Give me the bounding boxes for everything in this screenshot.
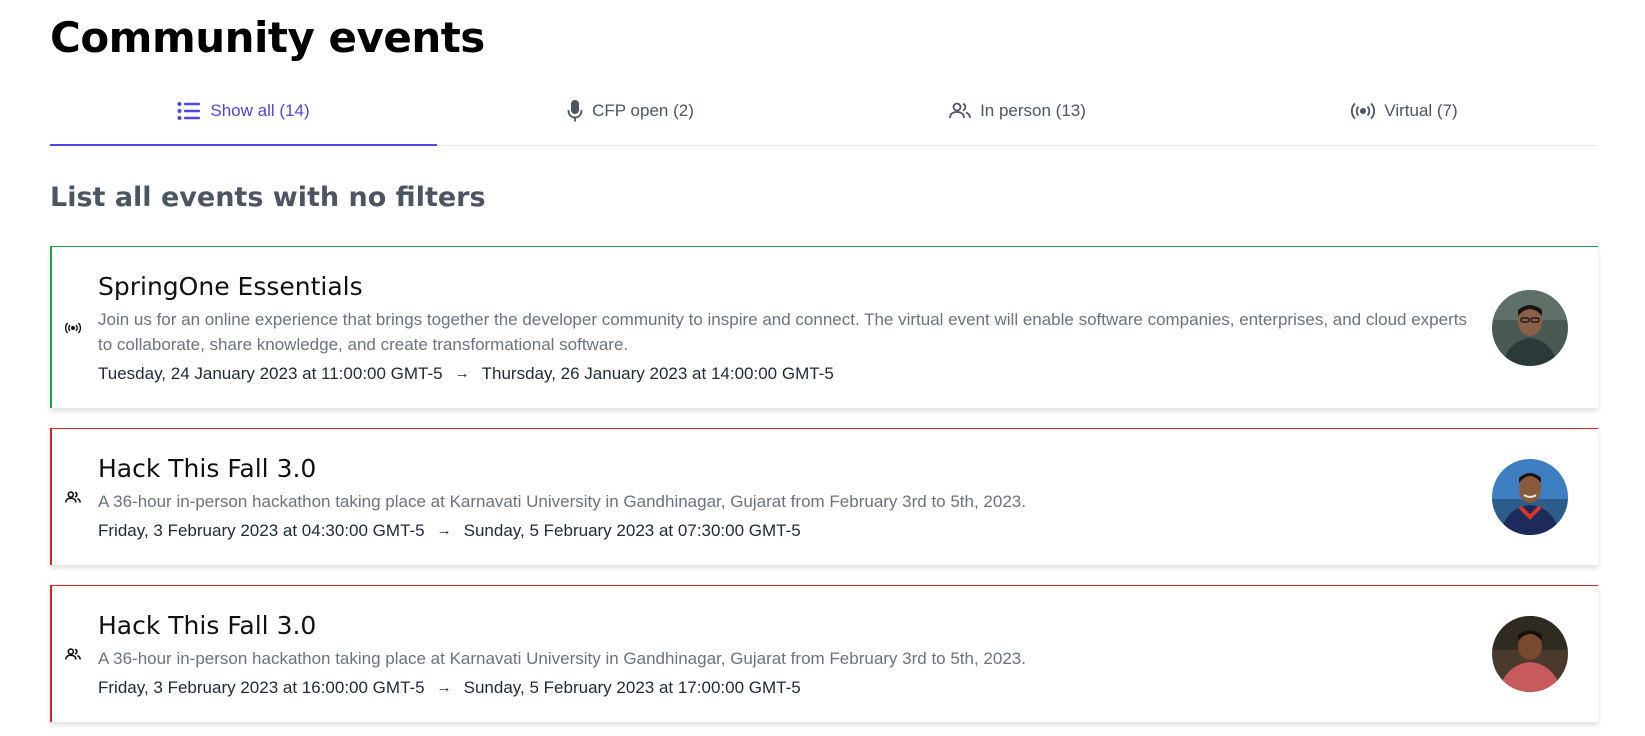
event-description: Join us for an online experience that br… xyxy=(98,310,1467,354)
people-icon xyxy=(64,488,82,506)
event-card[interactable]: Hack This Fall 3.0 A 36-hour in-person h… xyxy=(50,585,1598,722)
broadcast-icon xyxy=(64,319,82,337)
people-icon xyxy=(64,645,82,663)
event-end: Sunday, 5 February 2023 at 17:00:00 GMT-… xyxy=(463,678,801,697)
tab-show-all[interactable]: Show all (14) xyxy=(50,80,437,146)
broadcast-icon xyxy=(1351,102,1376,120)
arrow-right-icon: → xyxy=(436,679,452,696)
event-description: A 36-hour in-person hackathon taking pla… xyxy=(98,492,1026,511)
page-title: Community events xyxy=(50,13,485,62)
event-description: A 36-hour in-person hackathon taking pla… xyxy=(98,649,1026,668)
event-end: Sunday, 5 February 2023 at 07:30:00 GMT-… xyxy=(463,521,801,540)
avatar xyxy=(1492,459,1568,535)
tab-label: CFP open (2) xyxy=(592,100,694,120)
microphone-icon xyxy=(567,99,583,123)
arrow-right-icon: → xyxy=(454,365,470,382)
event-dates: Friday, 3 February 2023 at 16:00:00 GMT-… xyxy=(98,675,1478,701)
event-title[interactable]: SpringOne Essentials xyxy=(98,269,1478,305)
tab-virtual[interactable]: Virtual (7) xyxy=(1211,80,1598,145)
arrow-right-icon: → xyxy=(436,522,452,539)
avatar xyxy=(1492,616,1568,692)
event-card[interactable]: Hack This Fall 3.0 A 36-hour in-person h… xyxy=(50,428,1598,565)
event-filter-tabs: Show all (14) CFP open (2) In person (13… xyxy=(50,80,1598,146)
event-list: SpringOne Essentials Join us for an onli… xyxy=(50,246,1598,736)
event-card[interactable]: SpringOne Essentials Join us for an onli… xyxy=(50,246,1598,408)
event-dates: Friday, 3 February 2023 at 04:30:00 GMT-… xyxy=(98,518,1478,544)
tab-cfp-open[interactable]: CFP open (2) xyxy=(437,80,824,145)
list-icon xyxy=(177,101,201,121)
event-end: Thursday, 26 January 2023 at 14:00:00 GM… xyxy=(481,364,834,383)
event-title[interactable]: Hack This Fall 3.0 xyxy=(98,451,1478,487)
event-title[interactable]: Hack This Fall 3.0 xyxy=(98,608,1478,644)
tab-label: Virtual (7) xyxy=(1384,100,1458,120)
event-start: Friday, 3 February 2023 at 04:30:00 GMT-… xyxy=(98,521,425,540)
people-icon xyxy=(949,102,971,120)
avatar xyxy=(1492,289,1568,366)
tab-label: Show all (14) xyxy=(210,100,310,120)
event-start: Friday, 3 February 2023 at 16:00:00 GMT-… xyxy=(98,678,425,697)
event-dates: Tuesday, 24 January 2023 at 11:00:00 GMT… xyxy=(98,361,1478,387)
event-start: Tuesday, 24 January 2023 at 11:00:00 GMT… xyxy=(98,364,443,383)
section-title: List all events with no filters xyxy=(50,182,486,213)
tab-in-person[interactable]: In person (13) xyxy=(824,80,1211,145)
tab-label: In person (13) xyxy=(980,100,1086,120)
